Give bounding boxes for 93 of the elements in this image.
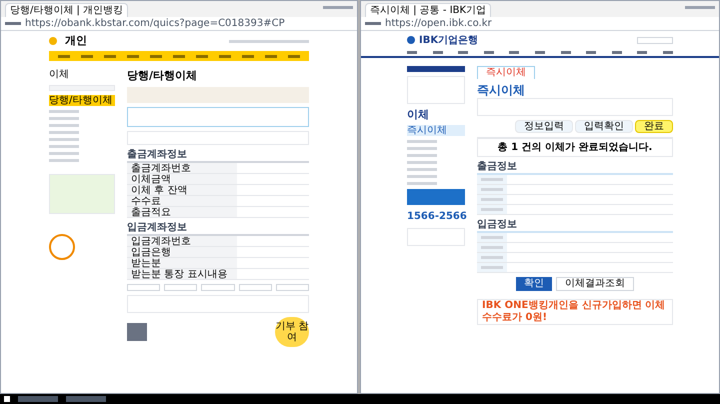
blurred-text	[481, 188, 503, 191]
blurred-text	[509, 51, 520, 54]
page-title: 즉시이체	[477, 83, 526, 98]
blurred-text	[49, 145, 79, 148]
promo-banner	[407, 189, 465, 205]
blurred-text	[196, 54, 208, 58]
blurred-text	[534, 51, 545, 54]
blurred-text	[481, 246, 503, 249]
field-label: 받는분	[127, 258, 237, 268]
step-indicator: 완료	[635, 120, 673, 133]
blurred-text	[612, 51, 622, 54]
action-button[interactable]	[201, 284, 235, 291]
field-label: 받는분 통장 표시내용	[127, 269, 237, 279]
donate-button[interactable]: 기부 참여	[275, 317, 309, 347]
blurred-text	[49, 124, 79, 127]
form-button[interactable]: 이체결과조회	[556, 277, 634, 291]
section-title: 출금계좌정보	[127, 149, 188, 161]
field-label: 이체금액	[127, 174, 237, 184]
blurred-text	[407, 51, 417, 54]
page-tab[interactable]: 즉시이체	[477, 66, 535, 79]
field-label: 수수료	[127, 196, 237, 206]
form-button[interactable]: 확인	[516, 277, 552, 291]
action-button[interactable]	[276, 284, 310, 291]
section-title: 입금계좌정보	[127, 222, 188, 234]
blurred-text	[407, 140, 437, 143]
blurred-text	[407, 182, 437, 185]
photo-placeholder	[127, 323, 147, 341]
blurred-text	[481, 198, 503, 201]
blurred-text	[49, 131, 79, 134]
action-button[interactable]	[127, 284, 160, 291]
blurred-text	[172, 54, 185, 58]
info-card	[407, 228, 465, 246]
blurred-text	[127, 54, 140, 58]
field-label: 이체 후 잔액	[127, 185, 237, 195]
blurred-text	[49, 152, 79, 155]
blurred-text	[407, 154, 437, 157]
field-label: 출금적요	[127, 207, 237, 217]
action-button[interactable]	[164, 284, 198, 291]
blurred-text	[218, 54, 231, 58]
blurred-text	[58, 54, 70, 58]
blurred-text	[481, 256, 503, 259]
blurred-text	[264, 54, 277, 58]
blurred-text	[586, 51, 596, 54]
section-title: 출금정보	[477, 161, 518, 173]
blurred-text	[662, 51, 673, 54]
blurred-text	[288, 54, 300, 58]
sidebar-title: 이체	[407, 108, 430, 121]
blurred-text	[407, 175, 437, 178]
blurred-text	[637, 51, 648, 54]
browser-taskbar-icon[interactable]	[66, 396, 106, 402]
page-title: 당행/타행이체	[127, 69, 198, 83]
browser-tab[interactable]: 당행/타행이체 | 개인뱅킹	[5, 3, 128, 17]
blurred-text	[481, 236, 503, 239]
field-label: 출금계좌번호	[127, 163, 237, 173]
blurred-text	[432, 51, 443, 54]
result-message: 총 1 건의 이체가 완료되었습니다.	[477, 137, 673, 157]
blurred-text	[560, 51, 571, 54]
blurred-text	[481, 208, 503, 211]
promo-banner: IBK ONE뱅킹개인을 신규가입하면 이체수수료가 0원!	[477, 299, 673, 325]
blurred-text	[458, 51, 468, 54]
step-indicator: 정보입력	[515, 120, 573, 133]
blurred-text	[407, 168, 437, 171]
step-indicator: 입력확인	[575, 120, 633, 133]
blurred-text	[150, 54, 162, 58]
browser-tab[interactable]: 즉시이체 | 공통 - IBK기업	[365, 3, 492, 17]
phone-number: 1566-2566	[407, 210, 465, 224]
blurred-text	[484, 51, 494, 54]
blurred-text	[407, 161, 437, 164]
field-label: 입금은행	[127, 247, 237, 257]
windows-start-icon[interactable]	[4, 396, 10, 402]
blurred-text	[104, 54, 116, 58]
blurred-text	[49, 138, 79, 141]
blurred-text	[49, 110, 79, 113]
field-label: 입금계좌번호	[127, 236, 237, 246]
login-button[interactable]	[407, 66, 465, 72]
section-title: 입금정보	[477, 219, 518, 231]
blurred-text	[481, 266, 503, 269]
blurred-text	[81, 54, 94, 58]
blurred-text	[49, 159, 79, 162]
sidebar-title: 이체	[49, 69, 70, 81]
blurred-text	[481, 178, 503, 181]
site-logo: 개인	[65, 32, 87, 49]
sidebar-item[interactable]: 즉시이체	[407, 125, 465, 136]
blurred-text	[242, 54, 254, 58]
sidebar-item[interactable]: 당행/타행이체	[49, 95, 115, 106]
blurred-text	[407, 147, 437, 150]
action-button[interactable]	[238, 284, 272, 291]
bank-name: IBK기업은행	[419, 34, 478, 48]
sidebar-box	[407, 76, 465, 104]
promo-banner	[49, 174, 115, 214]
browser-taskbar-icon[interactable]	[18, 396, 58, 402]
search-field[interactable]	[637, 36, 673, 44]
blurred-text	[49, 117, 79, 120]
